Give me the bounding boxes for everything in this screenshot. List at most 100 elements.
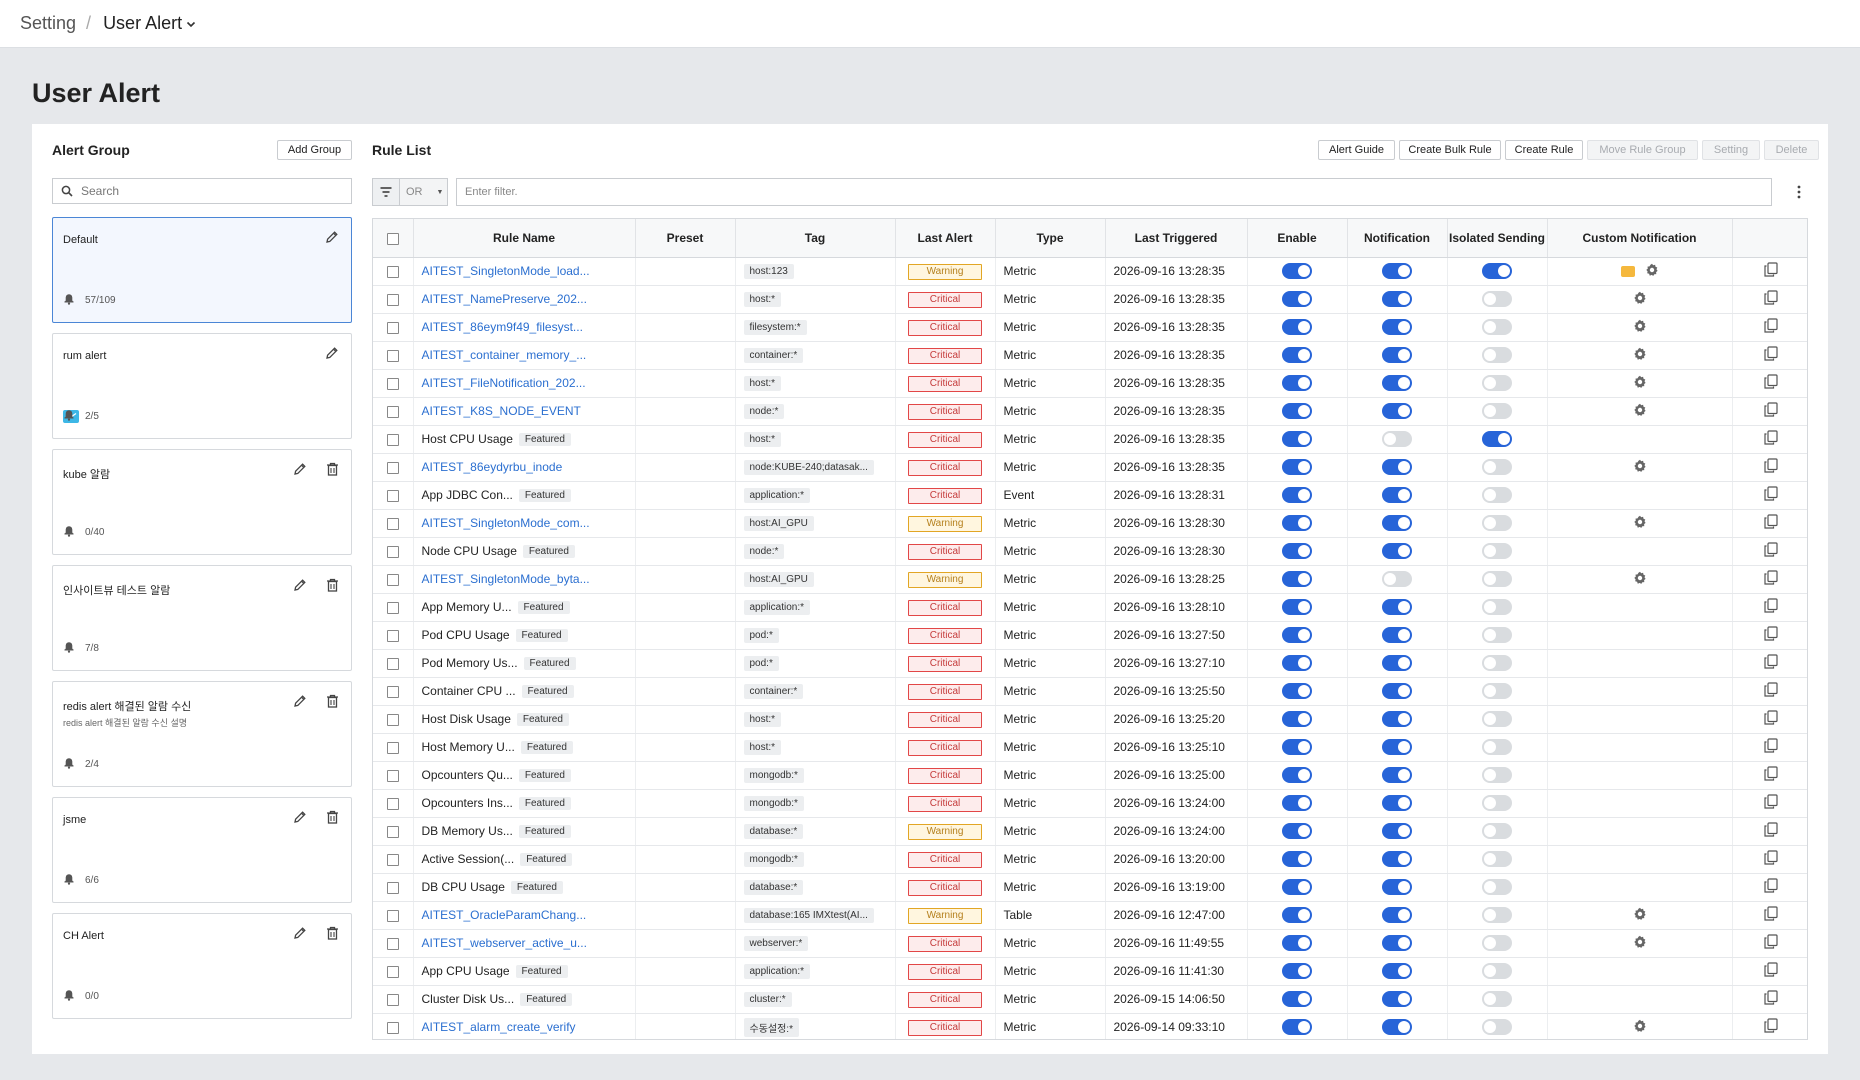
- notification-toggle[interactable]: [1382, 935, 1412, 951]
- copy-icon[interactable]: [1763, 738, 1778, 756]
- rule-name-link[interactable]: AITEST_SingletonMode_load...: [422, 264, 590, 278]
- notification-toggle[interactable]: [1382, 767, 1412, 783]
- enable-toggle[interactable]: [1282, 627, 1312, 643]
- row-checkbox[interactable]: [386, 321, 399, 334]
- row-checkbox[interactable]: [386, 293, 399, 306]
- row-checkbox[interactable]: [386, 265, 399, 278]
- row-checkbox[interactable]: [386, 881, 399, 894]
- row-checkbox[interactable]: [386, 349, 399, 362]
- enable-toggle[interactable]: [1282, 935, 1312, 951]
- table-row[interactable]: AITEST_webserver_active_u... webserver:* C…: [373, 929, 1807, 958]
- table-row[interactable]: Node CPU Usage Featured node:* Critical Metr…: [373, 537, 1807, 566]
- copy-icon[interactable]: [1763, 346, 1778, 364]
- isolated-sending-toggle[interactable]: [1482, 263, 1512, 279]
- isolated-sending-toggle[interactable]: [1482, 711, 1512, 727]
- row-checkbox[interactable]: [386, 965, 399, 978]
- delete-group-button[interactable]: [326, 694, 339, 711]
- gear-icon[interactable]: [1633, 291, 1647, 308]
- rule-name-link[interactable]: AITEST_86eydyrbu_inode: [422, 460, 563, 474]
- rule-name-link[interactable]: AITEST_NamePreserve_202...: [422, 292, 587, 306]
- table-row[interactable]: Pod Memory Us... Featured pod:* Critical Met…: [373, 649, 1807, 678]
- table-row[interactable]: AITEST_alarm_create_verify 수동설정:* Critical…: [373, 1013, 1807, 1039]
- notification-toggle[interactable]: [1382, 599, 1412, 615]
- isolated-sending-toggle[interactable]: [1482, 767, 1512, 783]
- alert-group-card[interactable]: 인사이트뷰 테스트 알람 7/8: [52, 565, 352, 671]
- edit-group-button[interactable]: [293, 462, 307, 479]
- table-row[interactable]: App CPU Usage Featured application:* Critic…: [373, 957, 1807, 986]
- enable-toggle[interactable]: [1282, 767, 1312, 783]
- gear-icon[interactable]: [1633, 459, 1647, 476]
- notification-toggle[interactable]: [1382, 991, 1412, 1007]
- isolated-sending-toggle[interactable]: [1482, 543, 1512, 559]
- enable-toggle[interactable]: [1282, 263, 1312, 279]
- isolated-sending-toggle[interactable]: [1482, 599, 1512, 615]
- row-checkbox[interactable]: [386, 377, 399, 390]
- breadcrumb-current-dropdown[interactable]: User Alert: [103, 13, 196, 34]
- table-row[interactable]: AITEST_86eydyrbu_inode node:KUBE-240;data…: [373, 453, 1807, 482]
- isolated-sending-toggle[interactable]: [1482, 347, 1512, 363]
- gear-icon[interactable]: [1633, 907, 1647, 924]
- enable-toggle[interactable]: [1282, 291, 1312, 307]
- notification-toggle[interactable]: [1382, 571, 1412, 587]
- gear-icon[interactable]: [1633, 319, 1647, 336]
- isolated-sending-toggle[interactable]: [1482, 375, 1512, 391]
- notification-toggle[interactable]: [1382, 459, 1412, 475]
- enable-toggle[interactable]: [1282, 683, 1312, 699]
- notification-toggle[interactable]: [1382, 431, 1412, 447]
- table-row[interactable]: DB Memory Us... Featured database:* Warning…: [373, 817, 1807, 846]
- isolated-sending-toggle[interactable]: [1482, 459, 1512, 475]
- table-row[interactable]: Pod CPU Usage Featured pod:* Critical Metric…: [373, 621, 1807, 650]
- table-row[interactable]: AITEST_SingletonMode_com... host:AI_GPU Wa…: [373, 509, 1807, 538]
- copy-icon[interactable]: [1763, 486, 1778, 504]
- table-row[interactable]: AITEST_NamePreserve_202... host:* Critical…: [373, 285, 1807, 314]
- copy-icon[interactable]: [1763, 318, 1778, 336]
- notification-toggle[interactable]: [1382, 403, 1412, 419]
- isolated-sending-toggle[interactable]: [1482, 851, 1512, 867]
- enable-toggle[interactable]: [1282, 347, 1312, 363]
- alert-group-card[interactable]: Default 57/109: [52, 217, 352, 323]
- isolated-sending-toggle[interactable]: [1482, 795, 1512, 811]
- copy-icon[interactable]: [1763, 570, 1778, 588]
- notification-toggle[interactable]: [1382, 627, 1412, 643]
- alert-guide-button[interactable]: Alert Guide: [1318, 140, 1395, 160]
- gear-icon[interactable]: [1633, 1019, 1647, 1036]
- copy-icon[interactable]: [1763, 374, 1778, 392]
- enable-toggle[interactable]: [1282, 487, 1312, 503]
- notification-toggle[interactable]: [1382, 739, 1412, 755]
- enable-toggle[interactable]: [1282, 571, 1312, 587]
- rule-name-link[interactable]: AITEST_container_memory_...: [422, 348, 587, 362]
- notification-toggle[interactable]: [1382, 291, 1412, 307]
- isolated-sending-toggle[interactable]: [1482, 907, 1512, 923]
- notification-toggle[interactable]: [1382, 655, 1412, 671]
- table-row[interactable]: Cluster Disk Us... Featured cluster:* Criti…: [373, 985, 1807, 1014]
- enable-toggle[interactable]: [1282, 515, 1312, 531]
- row-checkbox[interactable]: [386, 405, 399, 418]
- rule-name-link[interactable]: AITEST_alarm_create_verify: [422, 1020, 576, 1034]
- isolated-sending-toggle[interactable]: [1482, 991, 1512, 1007]
- gear-icon[interactable]: [1633, 375, 1647, 392]
- row-checkbox[interactable]: [386, 573, 399, 586]
- copy-icon[interactable]: [1763, 402, 1778, 420]
- table-row[interactable]: Opcounters Qu... Featured mongodb:* Critica…: [373, 761, 1807, 790]
- table-row[interactable]: AITEST_SingletonMode_byta... host:AI_GPU W…: [373, 565, 1807, 594]
- isolated-sending-toggle[interactable]: [1482, 431, 1512, 447]
- header-enable[interactable]: Enable: [1247, 219, 1348, 258]
- enable-toggle[interactable]: [1282, 795, 1312, 811]
- isolated-sending-toggle[interactable]: [1482, 823, 1512, 839]
- notification-toggle[interactable]: [1382, 515, 1412, 531]
- rule-name-link[interactable]: AITEST_OracleParamChang...: [422, 908, 587, 922]
- notification-toggle[interactable]: [1382, 487, 1412, 503]
- table-row[interactable]: App JDBC Con... Featured application:* Crit…: [373, 481, 1807, 510]
- copy-icon[interactable]: [1763, 850, 1778, 868]
- copy-icon[interactable]: [1763, 262, 1778, 280]
- select-all-checkbox[interactable]: [386, 232, 399, 245]
- row-checkbox[interactable]: [386, 1021, 399, 1034]
- create-bulk-rule-button[interactable]: Create Bulk Rule: [1399, 140, 1501, 160]
- gear-icon[interactable]: [1633, 403, 1647, 420]
- isolated-sending-toggle[interactable]: [1482, 403, 1512, 419]
- table-row[interactable]: AITEST_OracleParamChang... database:165 I…: [373, 901, 1807, 930]
- copy-icon[interactable]: [1763, 906, 1778, 924]
- edit-group-button[interactable]: [293, 578, 307, 595]
- breadcrumb-parent[interactable]: Setting: [20, 13, 76, 34]
- row-checkbox[interactable]: [386, 601, 399, 614]
